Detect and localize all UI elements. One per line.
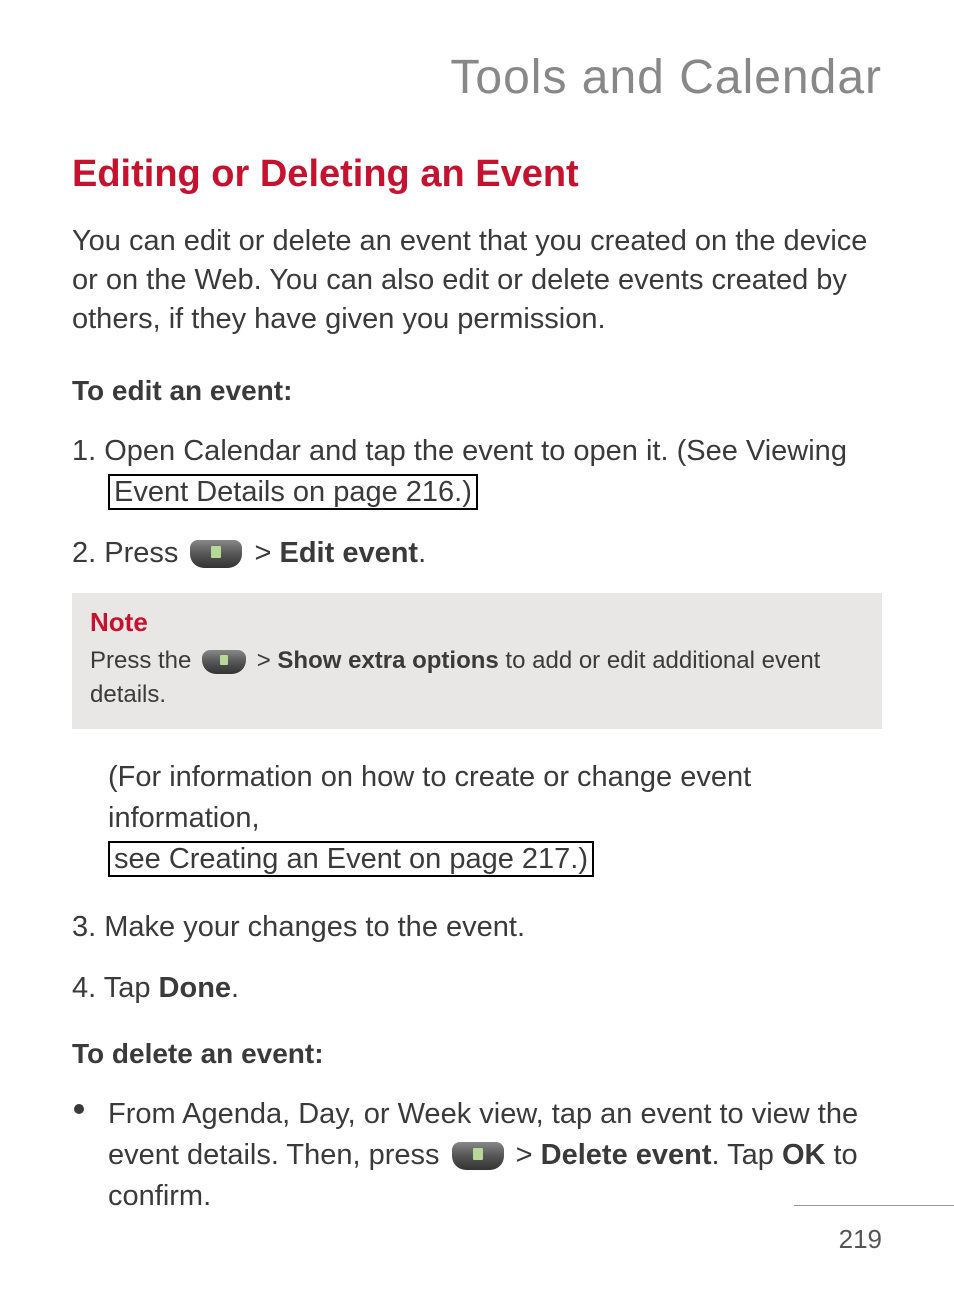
step-4-pre: 4. Tap xyxy=(72,972,159,1004)
step-2-post: . xyxy=(418,537,426,569)
bullet-icon xyxy=(74,1104,84,1114)
paren-info: (For information on how to create or cha… xyxy=(108,757,882,879)
step-2-pre: 2. Press xyxy=(72,537,186,569)
paren-pre: (For information on how to create or cha… xyxy=(108,761,751,834)
step-2-gt: > xyxy=(255,537,280,569)
delete-event-heading: To delete an event: xyxy=(72,1038,882,1070)
note-title: Note xyxy=(90,607,864,638)
step-4: 4. Tap Done. xyxy=(72,968,882,1009)
step-4-done: Done xyxy=(159,972,232,1004)
page-number: 219 xyxy=(839,1224,882,1255)
delete-bullet: From Agenda, Day, or Week view, tap an e… xyxy=(72,1094,882,1216)
note-text: Press the > Show extra options to add or… xyxy=(90,644,864,711)
page-rule xyxy=(794,1205,954,1206)
bullet-mid: . Tap xyxy=(712,1139,782,1171)
bullet-ok: OK xyxy=(782,1139,826,1171)
step-4-post: . xyxy=(231,972,239,1004)
edit-event-heading: To edit an event: xyxy=(72,375,882,407)
note-pre: Press the xyxy=(90,647,198,674)
section-heading: Editing or Deleting an Event xyxy=(72,153,882,196)
step-2: 2. Press > Edit event. xyxy=(72,533,882,574)
note-show-extra: Show extra options xyxy=(277,647,498,674)
menu-key-icon xyxy=(202,650,246,674)
link-event-details[interactable]: Event Details on page 216.) xyxy=(108,474,478,510)
step-2-edit-event: Edit event xyxy=(280,537,419,569)
menu-key-icon xyxy=(190,540,242,568)
link-creating-event[interactable]: see Creating an Event on page 217.) xyxy=(108,841,594,877)
bullet-gt: > xyxy=(516,1139,541,1171)
page-title: Tools and Calendar xyxy=(72,50,882,105)
step-1-text: 1. Open Calendar and tap the event to op… xyxy=(72,435,847,467)
note-box: Note Press the > Show extra options to a… xyxy=(72,593,882,729)
note-gt: > xyxy=(257,647,278,674)
step-1: 1. Open Calendar and tap the event to op… xyxy=(72,431,882,512)
intro-paragraph: You can edit or delete an event that you… xyxy=(72,222,882,339)
step-3: 3. Make your changes to the event. xyxy=(72,907,882,948)
bullet-delete-event: Delete event xyxy=(541,1139,712,1171)
menu-key-icon xyxy=(452,1142,504,1170)
